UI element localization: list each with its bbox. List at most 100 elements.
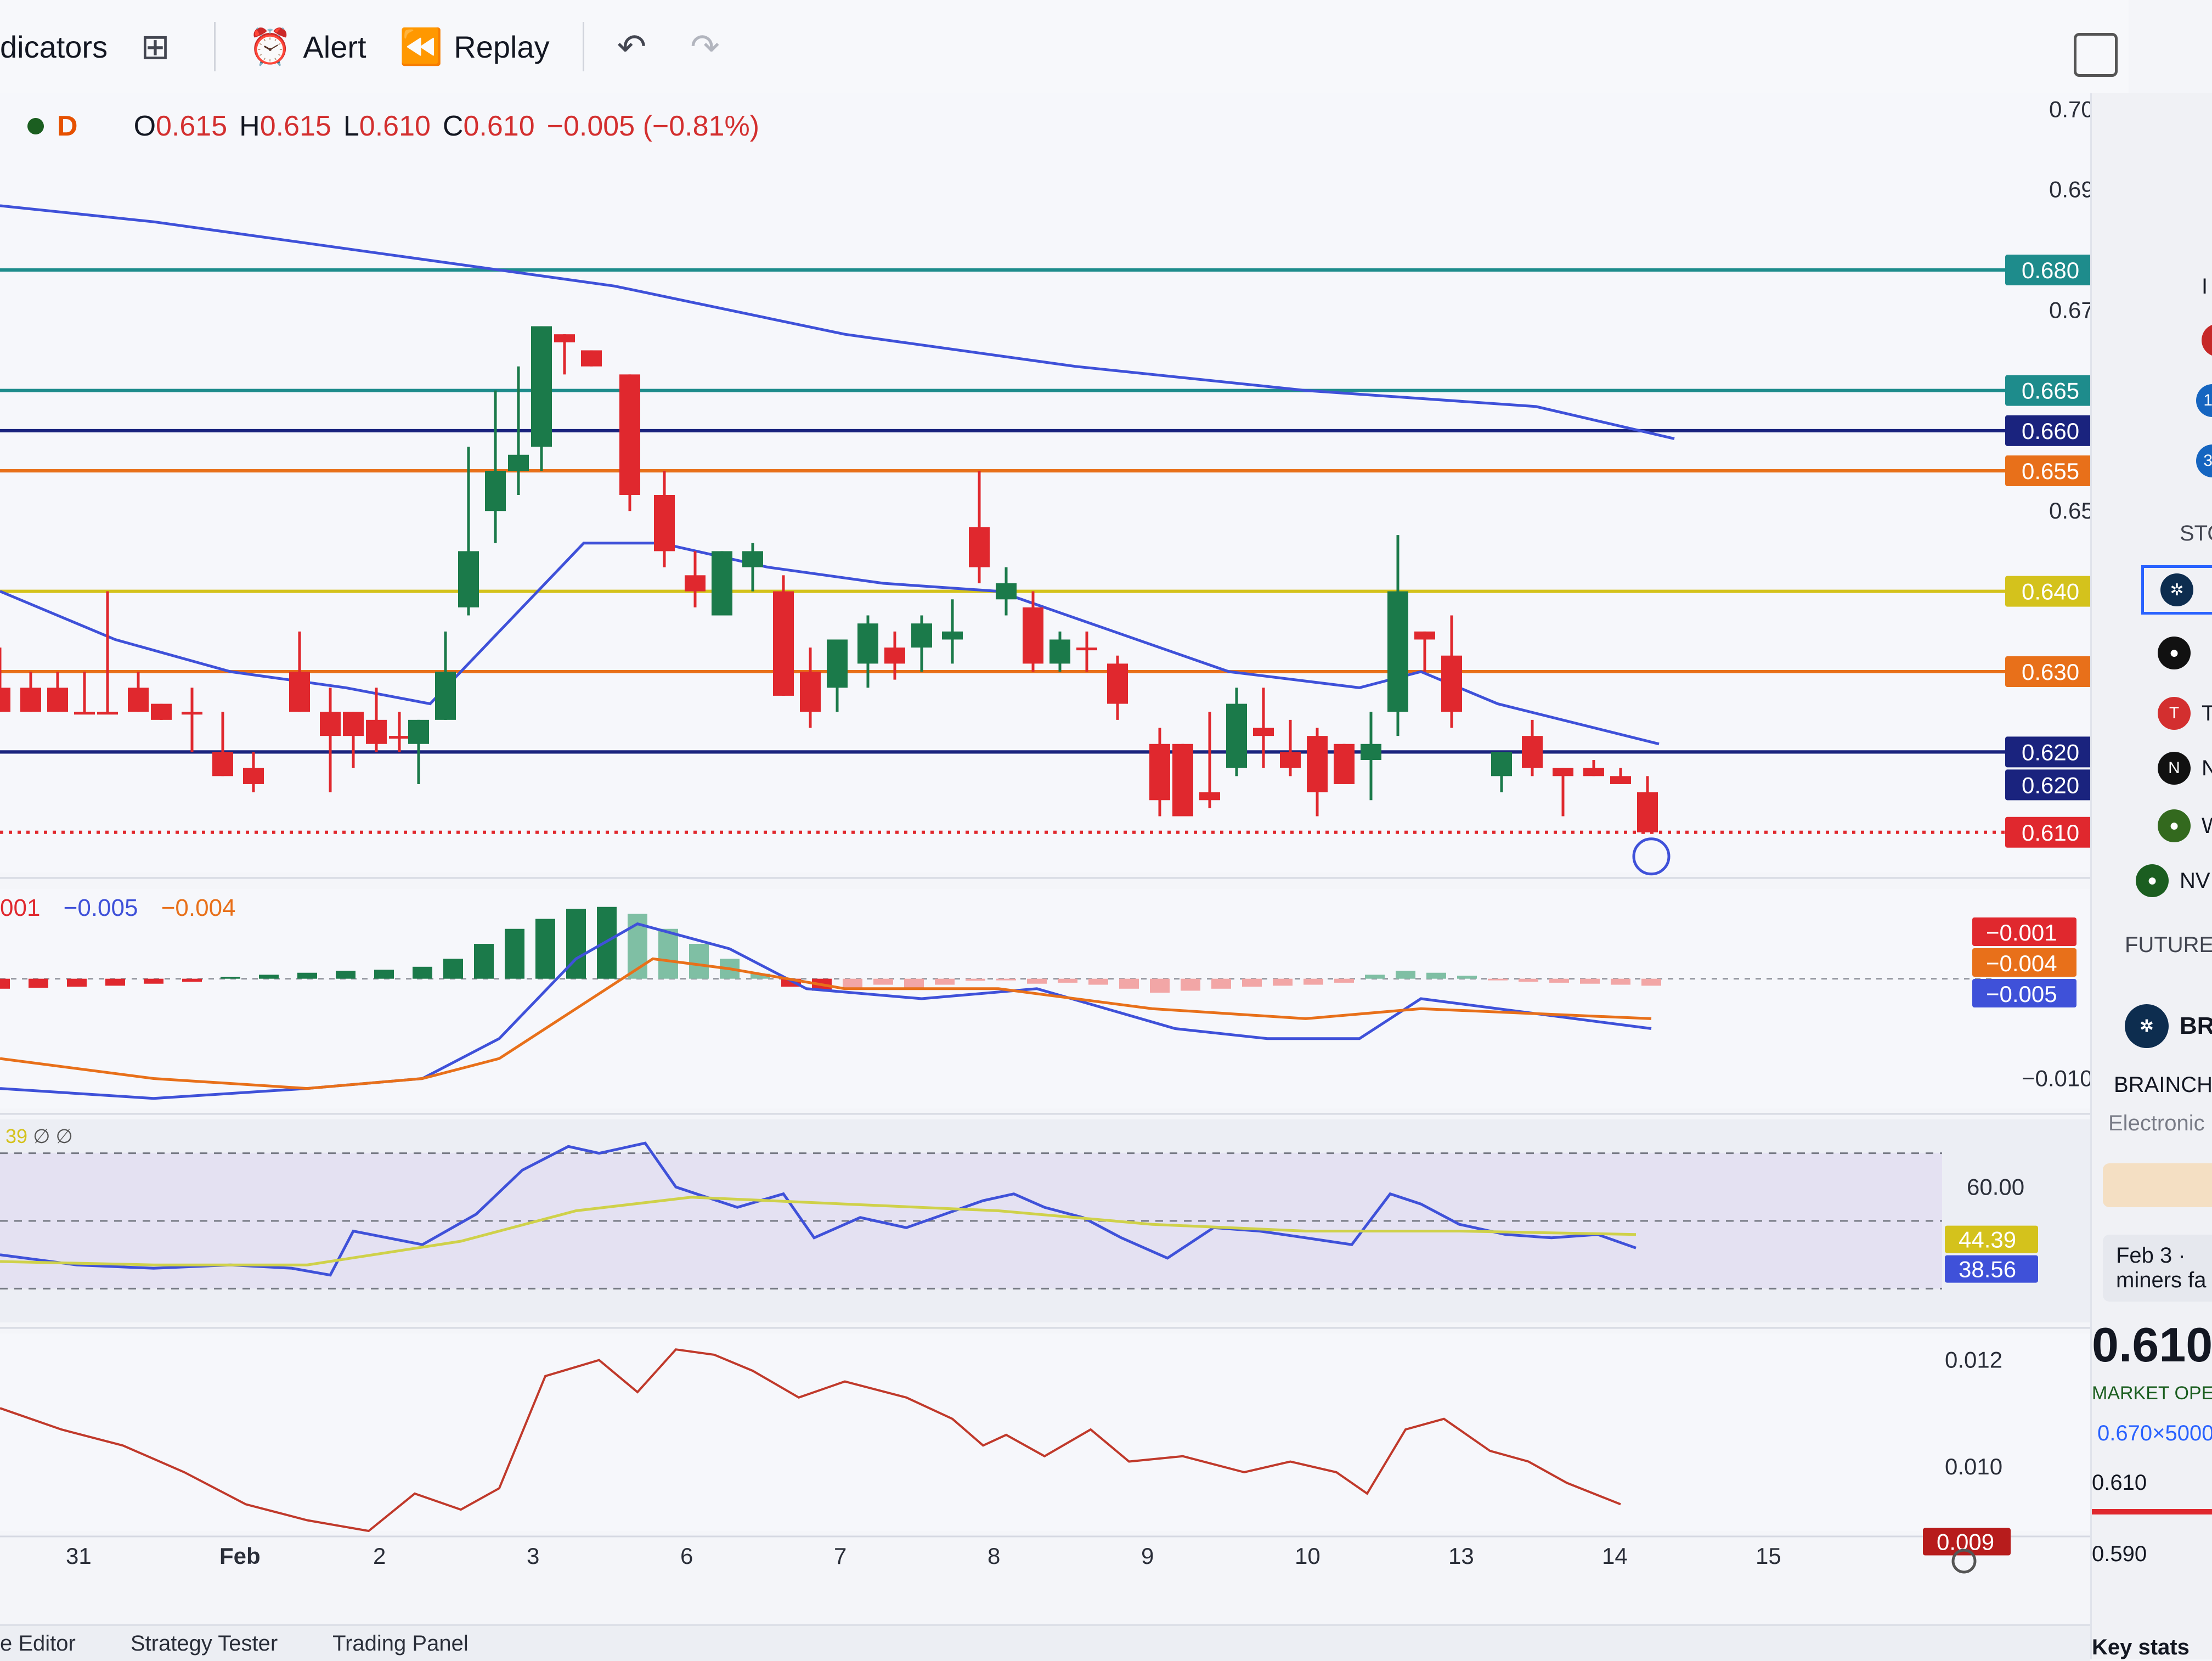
candle-body: [151, 703, 172, 720]
candle-body: [996, 583, 1017, 600]
alert-button[interactable]: ⏰ Alert: [249, 26, 366, 67]
badge-icon: 5: [2202, 324, 2212, 357]
macd-histogram-bar: [996, 978, 1016, 981]
nvidia-logo-icon: ●: [2136, 864, 2169, 897]
right-sidebar: I 5 10 30 STO ✲ ● TT NN ●W ●NV FUTURE ✲B…: [2090, 93, 2212, 1659]
candle-body: [1361, 744, 1381, 761]
open-value: 0.615: [156, 110, 228, 142]
undo-icon: ↶: [617, 26, 647, 66]
macd-histogram-bar: [689, 944, 709, 979]
candle-body: [1414, 631, 1435, 640]
macd-histogram-bar: [67, 978, 87, 987]
candle-body: [1637, 792, 1658, 832]
news-card[interactable]: Feb 3 · miners fa: [2103, 1235, 2212, 1302]
macd-histogram-bar: [1211, 978, 1231, 989]
macd-histogram-bar: [1611, 978, 1630, 985]
watch-item[interactable]: ●W: [2158, 809, 2212, 842]
company-label: BRAINCHI: [2114, 1073, 2212, 1097]
last-price: 0.610: [2092, 1317, 2212, 1373]
oscillator-axis-tick: 0.010: [1945, 1454, 2002, 1479]
rsi-value-label-text: 38.56: [1959, 1257, 2016, 1282]
macd-histogram-bar: [0, 978, 10, 989]
top-toolbar: dicators ⊞ ⏰ Alert ⏪ Replay ↶ ↷: [0, 0, 2129, 95]
watch-item[interactable]: NN: [2158, 752, 2212, 785]
pane-background: [0, 1333, 2090, 1531]
candle-body: [366, 719, 387, 744]
chart-canvas[interactable]: 0.700 0.690 0.675 0.650 0.640 0.615 0.680 0.665…: [0, 93, 2090, 1624]
toolbar-divider: [582, 22, 584, 71]
macd-histogram-bar: [904, 978, 924, 989]
candle-body: [554, 334, 575, 342]
candle-body: [1522, 736, 1543, 768]
candle-body: [827, 639, 848, 688]
replay-label: Replay: [454, 29, 550, 64]
grid-icon: ⊞: [140, 26, 170, 66]
price-level-label-text: 0.665: [2022, 378, 2079, 404]
macd-legend-macd: −0.005: [63, 894, 138, 921]
watch-item-partial[interactable]: I: [2202, 274, 2208, 299]
oscillator-axis-tick: 0.012: [1945, 1347, 2002, 1373]
time-axis-tick: 14: [1602, 1543, 1628, 1569]
layouts-button[interactable]: ⊞: [140, 26, 181, 67]
key-stats-header[interactable]: Key stats: [2092, 1635, 2190, 1659]
replay-button[interactable]: ⏪ Replay: [399, 26, 550, 67]
candle-body: [320, 712, 341, 736]
symbol-header[interactable]: ✲ BR: [2125, 1004, 2212, 1048]
candle-body: [531, 326, 552, 447]
watch-item[interactable]: ● NV: [2136, 864, 2210, 897]
macd-histogram-bar: [1058, 978, 1077, 983]
candle-body: [581, 350, 602, 367]
candle-body: [884, 647, 905, 664]
ohlc-legend: D O 0.615 H 0.615 L 0.610 C 0.610 −0.005 (−0…: [27, 110, 759, 143]
candle-body: [20, 688, 41, 712]
rsi-axis-tick: 60.00: [1967, 1174, 2024, 1200]
candle-body: [47, 688, 68, 712]
watch-item[interactable]: ●: [2158, 637, 2202, 669]
tab-trading-panel[interactable]: Trading Panel: [332, 1631, 469, 1656]
price-level-label-text: 0.655: [2022, 458, 2079, 484]
badge-blue-icon: 30: [2196, 444, 2212, 477]
macd-histogram-bar: [443, 959, 463, 979]
macd-histogram-bar: [144, 978, 163, 984]
watch-item[interactable]: TT: [2158, 697, 2212, 730]
macd-legend-hist: 001: [0, 894, 41, 921]
candle-body: [128, 688, 149, 712]
redo-button[interactable]: ↷: [690, 26, 731, 67]
rsi-legend-empty-2: ∅: [55, 1125, 73, 1147]
undo-button[interactable]: ↶: [617, 26, 658, 67]
tab-strategy-tester[interactable]: Strategy Tester: [131, 1631, 278, 1656]
macd-histogram-bar: [1549, 978, 1569, 983]
pane-background: [0, 889, 2090, 1108]
candle-body: [435, 672, 456, 720]
indicators-button[interactable]: dicators: [0, 29, 108, 65]
chart-area[interactable]: 0.700 0.690 0.675 0.650 0.640 0.615 0.680 0.665…: [0, 93, 2090, 1659]
macd-histogram-bar: [182, 978, 202, 982]
candle-body: [1226, 703, 1247, 768]
price-level-label-text: 0.640: [2022, 579, 2079, 605]
netflix-logo-icon: N: [2158, 752, 2191, 785]
pane-background: [0, 93, 2090, 872]
market-status-dot: [27, 118, 44, 134]
time-axis-tick: 9: [1141, 1543, 1154, 1569]
candle-body: [800, 672, 821, 712]
macd-histogram-bar: [1580, 978, 1600, 984]
macd-histogram-bar: [843, 978, 862, 989]
candle-body: [1610, 776, 1631, 784]
candle-body: [857, 623, 878, 664]
candle-body: [1334, 744, 1355, 784]
candle-body: [458, 551, 479, 607]
day-range-high: 0.610: [2092, 1471, 2147, 1495]
action-button[interactable]: [2103, 1163, 2212, 1207]
candle-body: [969, 527, 990, 567]
candle-body: [1491, 752, 1512, 776]
high-value: 0.615: [259, 110, 331, 142]
tab-pine-editor[interactable]: e Editor: [0, 1631, 76, 1656]
candle-body: [74, 712, 95, 715]
time-axis-tick: 8: [988, 1543, 1000, 1569]
macd-histogram-bar: [413, 966, 432, 979]
price-level-label-text: 0.630: [2022, 659, 2079, 685]
candle-body: [911, 623, 932, 648]
change-value: −0.005 (−0.81%): [546, 110, 760, 142]
sidebar-toggle-button[interactable]: [2074, 33, 2118, 77]
watch-item-selected[interactable]: ✲: [2141, 565, 2212, 615]
